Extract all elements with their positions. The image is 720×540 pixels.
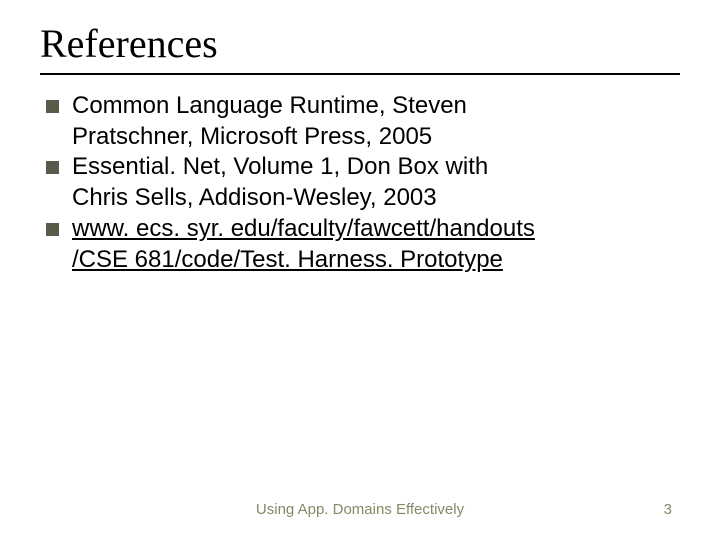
item-text: Essential. Net, Volume 1, Don Box with	[72, 153, 488, 180]
content-area: Common Language Runtime, Steven Pratschn…	[40, 91, 680, 275]
list-item: Essential. Net, Volume 1, Don Box with	[44, 152, 680, 183]
title-underline	[40, 73, 680, 75]
item-continuation: Chris Sells, Addison-Wesley, 2003	[44, 183, 680, 214]
reference-link[interactable]: www. ecs. syr. edu/faculty/fawcett/hando…	[72, 215, 535, 242]
item-text: Chris Sells, Addison-Wesley, 2003	[72, 184, 437, 211]
page-number: 3	[664, 501, 672, 518]
list-item: Common Language Runtime, Steven	[44, 91, 680, 122]
item-text: Common Language Runtime, Steven	[72, 92, 467, 119]
list-item: www. ecs. syr. edu/faculty/fawcett/hando…	[44, 214, 680, 245]
slide-title: References	[40, 20, 680, 67]
item-text: Pratschner, Microsoft Press, 2005	[72, 123, 432, 150]
slide: References Common Language Runtime, Stev…	[0, 0, 720, 540]
item-continuation: Pratschner, Microsoft Press, 2005	[44, 122, 680, 153]
footer-text: Using App. Domains Effectively	[0, 501, 720, 518]
item-continuation: /CSE 681/code/Test. Harness. Prototype	[44, 245, 680, 276]
reference-link[interactable]: /CSE 681/code/Test. Harness. Prototype	[72, 246, 503, 273]
